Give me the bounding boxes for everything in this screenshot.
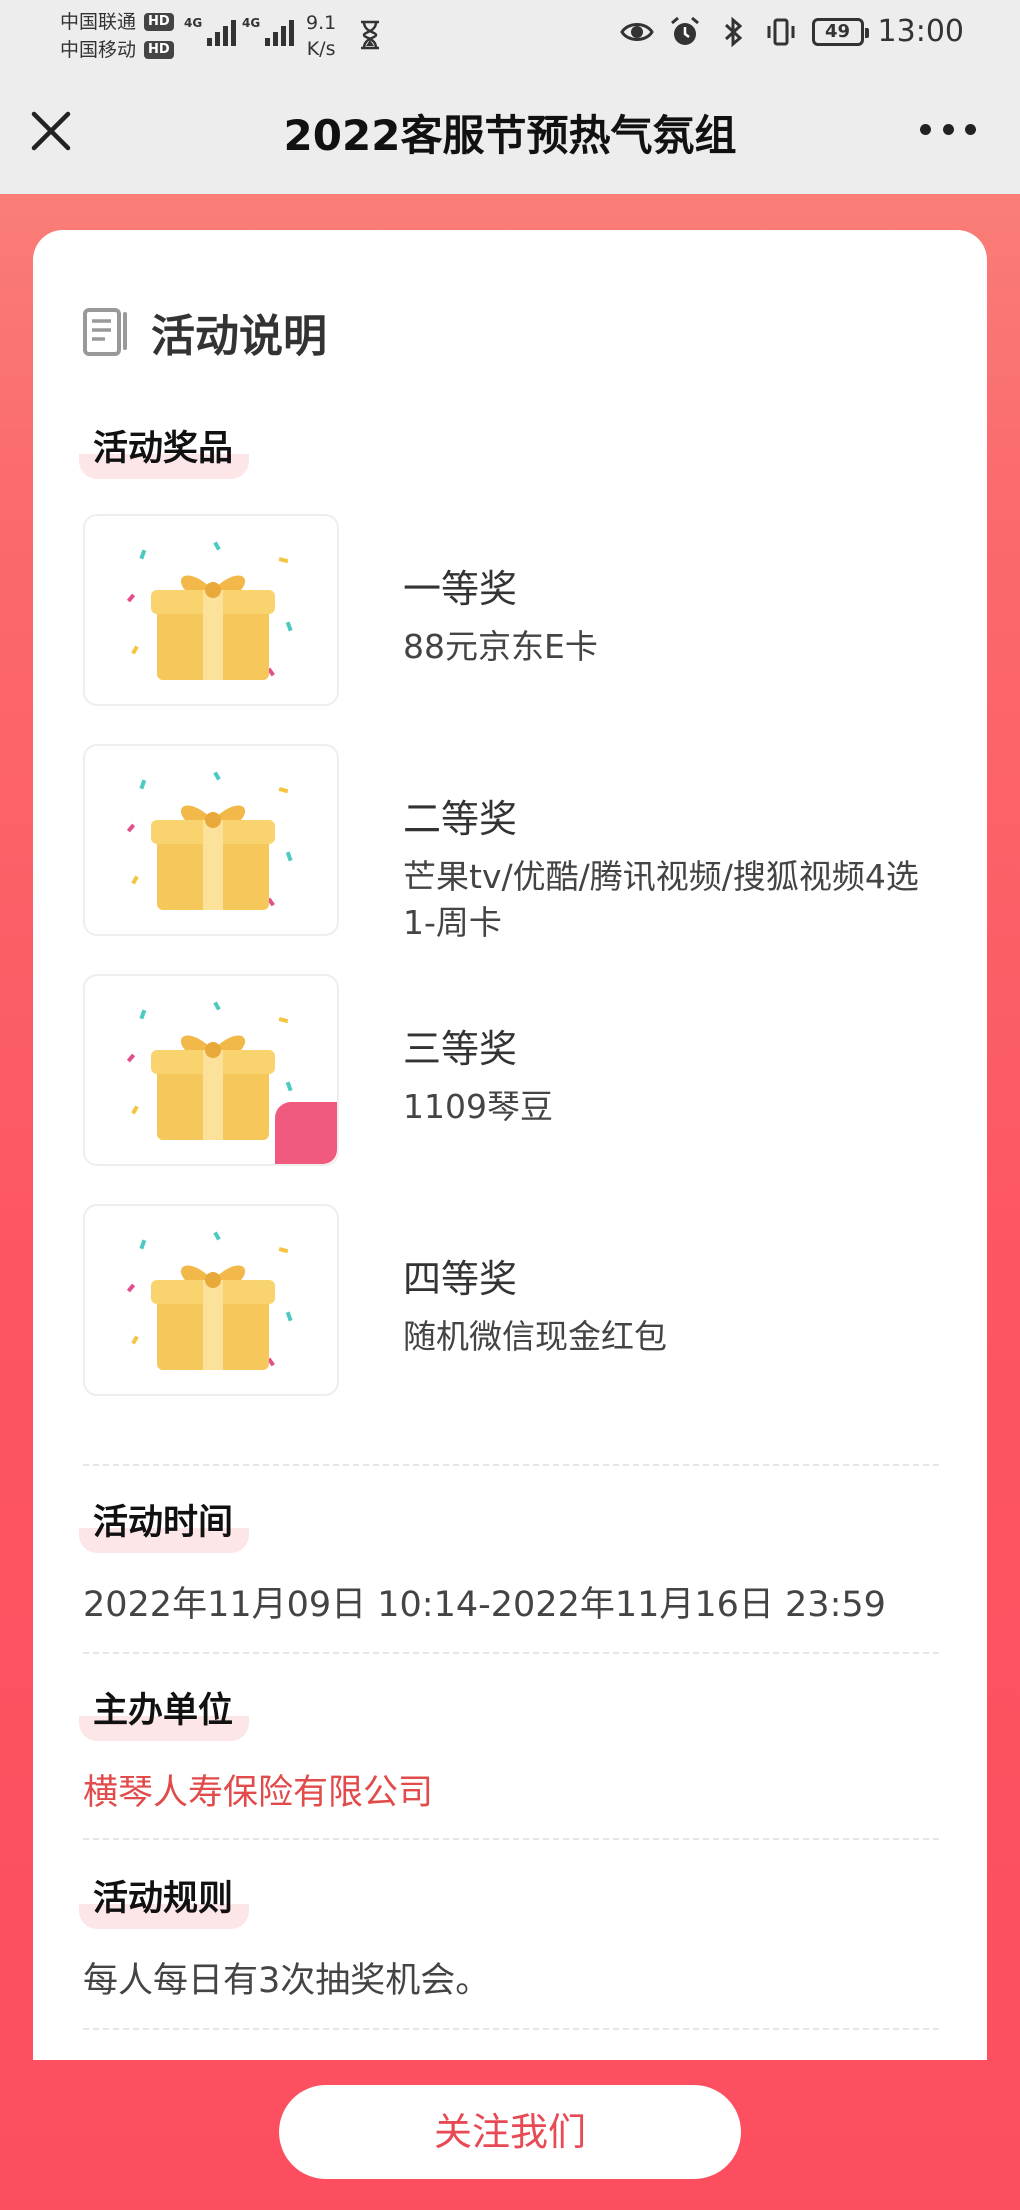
more-dot-icon <box>920 123 931 135</box>
hourglass-icon <box>361 20 379 50</box>
more-dot-icon <box>942 123 954 135</box>
vibrate-icon <box>767 18 795 45</box>
more-dot-icon <box>965 123 976 135</box>
activity-time: 2022年11月09日 10:14-2022年11月16日 23:59 <box>83 1585 886 1625</box>
hd-badge: HD <box>144 41 174 59</box>
time-label: 活动时间 <box>79 1494 250 1553</box>
network-type-label: 4G <box>242 16 261 30</box>
title-bar: 2022客服节预热气氛组 <box>0 72 1020 194</box>
prize-image <box>83 1204 339 1396</box>
prize-image <box>83 974 339 1166</box>
eye-icon <box>619 22 654 41</box>
divider <box>83 1652 939 1654</box>
status-bar: 中国联通 HD 中国移动 HD 4G 4G 9.1 K/s 49 13:00 <box>0 0 1020 72</box>
prize-description: 1109琴豆 <box>403 1087 553 1126</box>
alarm-icon <box>670 16 699 45</box>
divider <box>83 2028 939 2030</box>
gift-box-icon <box>126 541 293 680</box>
more-options-button[interactable] <box>920 114 976 144</box>
prize-description: 88元京东E卡 <box>403 627 598 666</box>
prize-item-3[interactable]: 三等奖 1109琴豆 <box>83 974 933 1166</box>
speed-unit: K/s <box>306 38 336 60</box>
section-title: 活动说明 <box>151 311 327 362</box>
bluetooth-icon <box>724 16 742 47</box>
prize-name: 一等奖 <box>403 567 518 611</box>
rules-text: 每人每日有3次抽奖机会。 <box>83 1961 491 2001</box>
rules-label: 活动规则 <box>79 1870 250 1929</box>
carrier-2-label: 中国移动 <box>60 39 137 61</box>
prizes-label: 活动奖品 <box>79 420 250 479</box>
signal-strength-icon: 4G <box>242 16 295 46</box>
clock: 13:00 <box>877 14 964 49</box>
status-icons: 49 13:00 <box>619 14 964 49</box>
organizer-label: 主办单位 <box>79 1682 250 1741</box>
divider <box>83 1464 939 1466</box>
network-speed: 9.1 K/s <box>306 10 336 62</box>
section-header: 活动说明 <box>81 300 327 364</box>
page-title: 2022客服节预热气氛组 <box>283 111 737 160</box>
prize-description: 芒果tv/优酷/腾讯视频/搜狐视频4选1-周卡 <box>403 857 919 942</box>
prize-name: 四等奖 <box>403 1257 518 1301</box>
prize-image <box>83 744 339 936</box>
prize-name: 二等奖 <box>403 797 518 841</box>
hd-badge: HD <box>144 13 174 31</box>
document-icon <box>83 308 127 356</box>
organizer-name: 横琴人寿保险有限公司 <box>83 1773 434 1813</box>
prize-item-2[interactable]: 二等奖 芒果tv/优酷/腾讯视频/搜狐视频4选1-周卡 <box>83 744 933 942</box>
prize-item-4[interactable]: 四等奖 随机微信现金红包 <box>83 1204 933 1396</box>
divider <box>83 1838 939 1840</box>
carrier-info: 中国联通 HD 中国移动 HD <box>60 8 174 64</box>
prize-image <box>83 514 339 706</box>
search-button[interactable] <box>275 1102 337 1164</box>
battery-level: 49 <box>825 21 851 42</box>
signal-strength-icon: 4G <box>184 16 237 46</box>
prize-item-1[interactable]: 一等奖 88元京东E卡 <box>83 514 933 706</box>
activity-card: 活动说明 活动奖品 一等奖 88元京东E卡 二等奖 芒果tv/优酷/腾讯视频/搜… <box>33 230 987 2060</box>
follow-us-button[interactable]: 关注我们 <box>279 2085 741 2179</box>
battery-icon: 49 <box>811 17 869 46</box>
speed-value: 9.1 <box>306 12 337 34</box>
prize-name: 三等奖 <box>403 1027 518 1071</box>
carrier-1-label: 中国联通 <box>60 11 137 33</box>
search-icon <box>309 1122 339 1166</box>
gift-box-icon <box>126 1231 293 1370</box>
network-type-label: 4G <box>184 16 203 30</box>
gift-box-icon <box>126 771 293 910</box>
prize-description: 随机微信现金红包 <box>403 1317 667 1356</box>
